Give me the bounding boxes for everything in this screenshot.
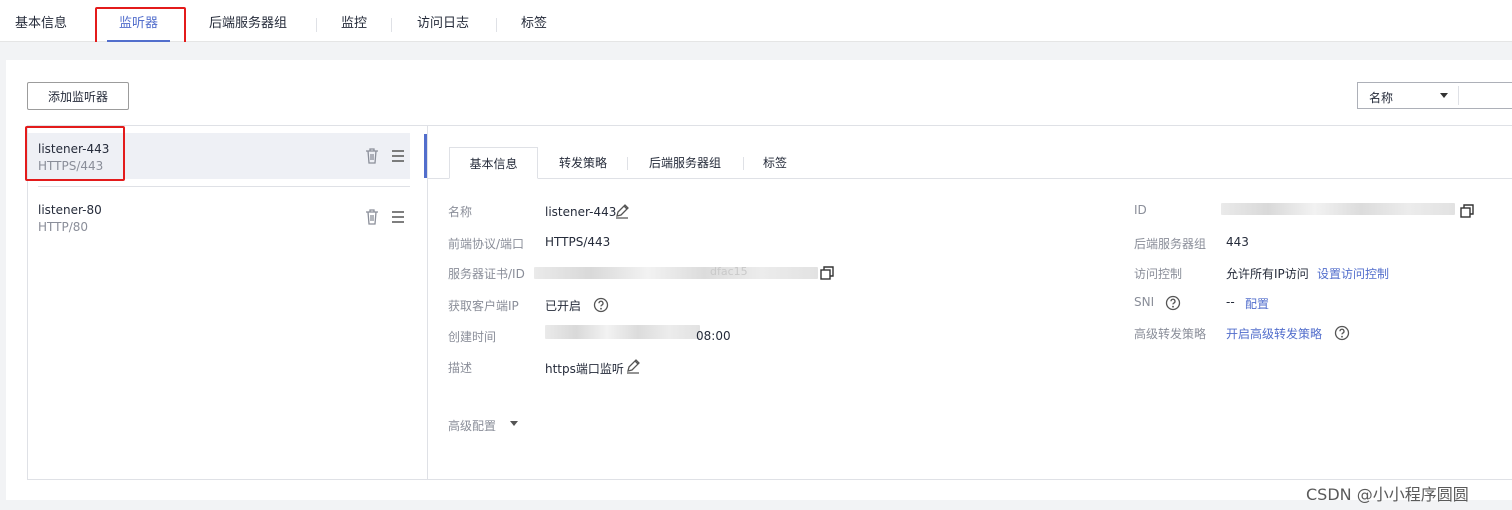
created-label: 创建时间 xyxy=(448,330,497,344)
filter-select-value: 名称 xyxy=(1369,91,1394,105)
name-label: 名称 xyxy=(448,205,473,219)
edit-icon[interactable] xyxy=(614,203,630,219)
inner-tab-divider xyxy=(743,157,744,170)
tab-access-logs[interactable]: 访问日志 xyxy=(417,0,469,42)
name-value: listener-443 xyxy=(545,205,617,219)
id-label: ID xyxy=(1134,203,1147,217)
inner-tab-forwarding[interactable]: 转发策略 xyxy=(549,147,617,179)
menu-icon[interactable] xyxy=(390,208,406,226)
access-control-value: 允许所有IP访问 xyxy=(1226,267,1309,281)
inner-tab-divider xyxy=(627,157,628,170)
add-listener-button[interactable]: 添加监听器 xyxy=(27,82,129,110)
menu-icon[interactable] xyxy=(390,147,406,165)
sni-label: SNI xyxy=(1134,295,1155,309)
caret-down-icon xyxy=(1440,93,1448,98)
listener-name: listener-80 xyxy=(38,203,102,217)
help-icon[interactable] xyxy=(1334,325,1350,341)
trash-icon[interactable] xyxy=(364,208,380,226)
advanced-config-toggle[interactable]: 高级配置 xyxy=(448,417,496,434)
copy-icon[interactable] xyxy=(819,265,835,281)
inner-tab-basic-info[interactable]: 基本信息 xyxy=(449,147,538,179)
list-item-listener-443[interactable]: listener-443 HTTPS/443 xyxy=(28,133,410,179)
tab-monitoring[interactable]: 监控 xyxy=(341,0,367,42)
backend-group-value: 443 xyxy=(1226,235,1249,249)
inner-tab-tags[interactable]: 标签 xyxy=(755,147,795,179)
tab-backend-groups[interactable]: 后端服务器组 xyxy=(209,0,287,42)
client-ip-label: 获取客户端IP xyxy=(448,299,519,313)
column-divider xyxy=(427,126,428,480)
edit-icon[interactable] xyxy=(625,358,641,374)
active-list-indicator xyxy=(424,134,427,178)
client-ip-value: 已开启 xyxy=(545,299,582,313)
listener-protocol: HTTP/80 xyxy=(38,220,89,234)
description-label: 描述 xyxy=(448,361,473,375)
frontend-label: 前端协议/端口 xyxy=(448,237,525,251)
listener-name: listener-443 xyxy=(38,142,110,156)
watermark-text: CSDN @小小程序圆圆 xyxy=(1306,485,1469,504)
inner-tab-backend-groups[interactable]: 后端服务器组 xyxy=(640,147,730,179)
tab-basic-info[interactable]: 基本信息 xyxy=(15,0,67,42)
enable-advanced-forwarding-link[interactable]: 开启高级转发策略 xyxy=(1226,325,1322,342)
cert-value-tail: dfac15 xyxy=(710,265,748,278)
tab-divider xyxy=(391,18,392,32)
tab-tags[interactable]: 标签 xyxy=(521,0,547,42)
cert-label: 服务器证书/ID xyxy=(448,267,525,281)
redacted-created-time xyxy=(545,325,700,339)
configure-sni-link[interactable]: 配置 xyxy=(1245,295,1269,312)
redacted-listener-id xyxy=(1221,203,1455,215)
help-icon[interactable] xyxy=(1165,295,1181,311)
sni-value: -- xyxy=(1226,295,1235,309)
list-divider xyxy=(38,186,410,187)
list-item-listener-80[interactable]: listener-80 HTTP/80 xyxy=(28,194,410,240)
set-access-control-link[interactable]: 设置访问控制 xyxy=(1317,265,1389,282)
tab-listeners-label: 监听器 xyxy=(119,16,159,31)
copy-icon[interactable] xyxy=(1459,203,1475,219)
backend-group-label: 后端服务器组 xyxy=(1134,237,1207,251)
description-value: https端口监听 xyxy=(545,362,624,376)
tab-listeners[interactable]: 监听器 xyxy=(107,0,171,42)
frontend-value: HTTPS/443 xyxy=(545,235,611,249)
select-divider xyxy=(1458,86,1459,105)
caret-down-icon xyxy=(510,421,518,426)
redacted-cert-id xyxy=(534,267,818,279)
listener-protocol: HTTPS/443 xyxy=(38,159,104,173)
top-tab-bar: 基本信息 监听器 后端服务器组 监控 访问日志 标签 xyxy=(0,0,1512,42)
tab-divider xyxy=(496,18,497,32)
tab-divider xyxy=(316,18,317,32)
help-icon[interactable] xyxy=(593,297,609,313)
created-value-tail: 08:00 xyxy=(696,329,731,343)
access-control-label: 访问控制 xyxy=(1134,267,1183,281)
advanced-forwarding-label: 高级转发策略 xyxy=(1134,327,1207,341)
filter-select[interactable]: 名称 xyxy=(1357,82,1512,109)
trash-icon[interactable] xyxy=(364,147,380,165)
